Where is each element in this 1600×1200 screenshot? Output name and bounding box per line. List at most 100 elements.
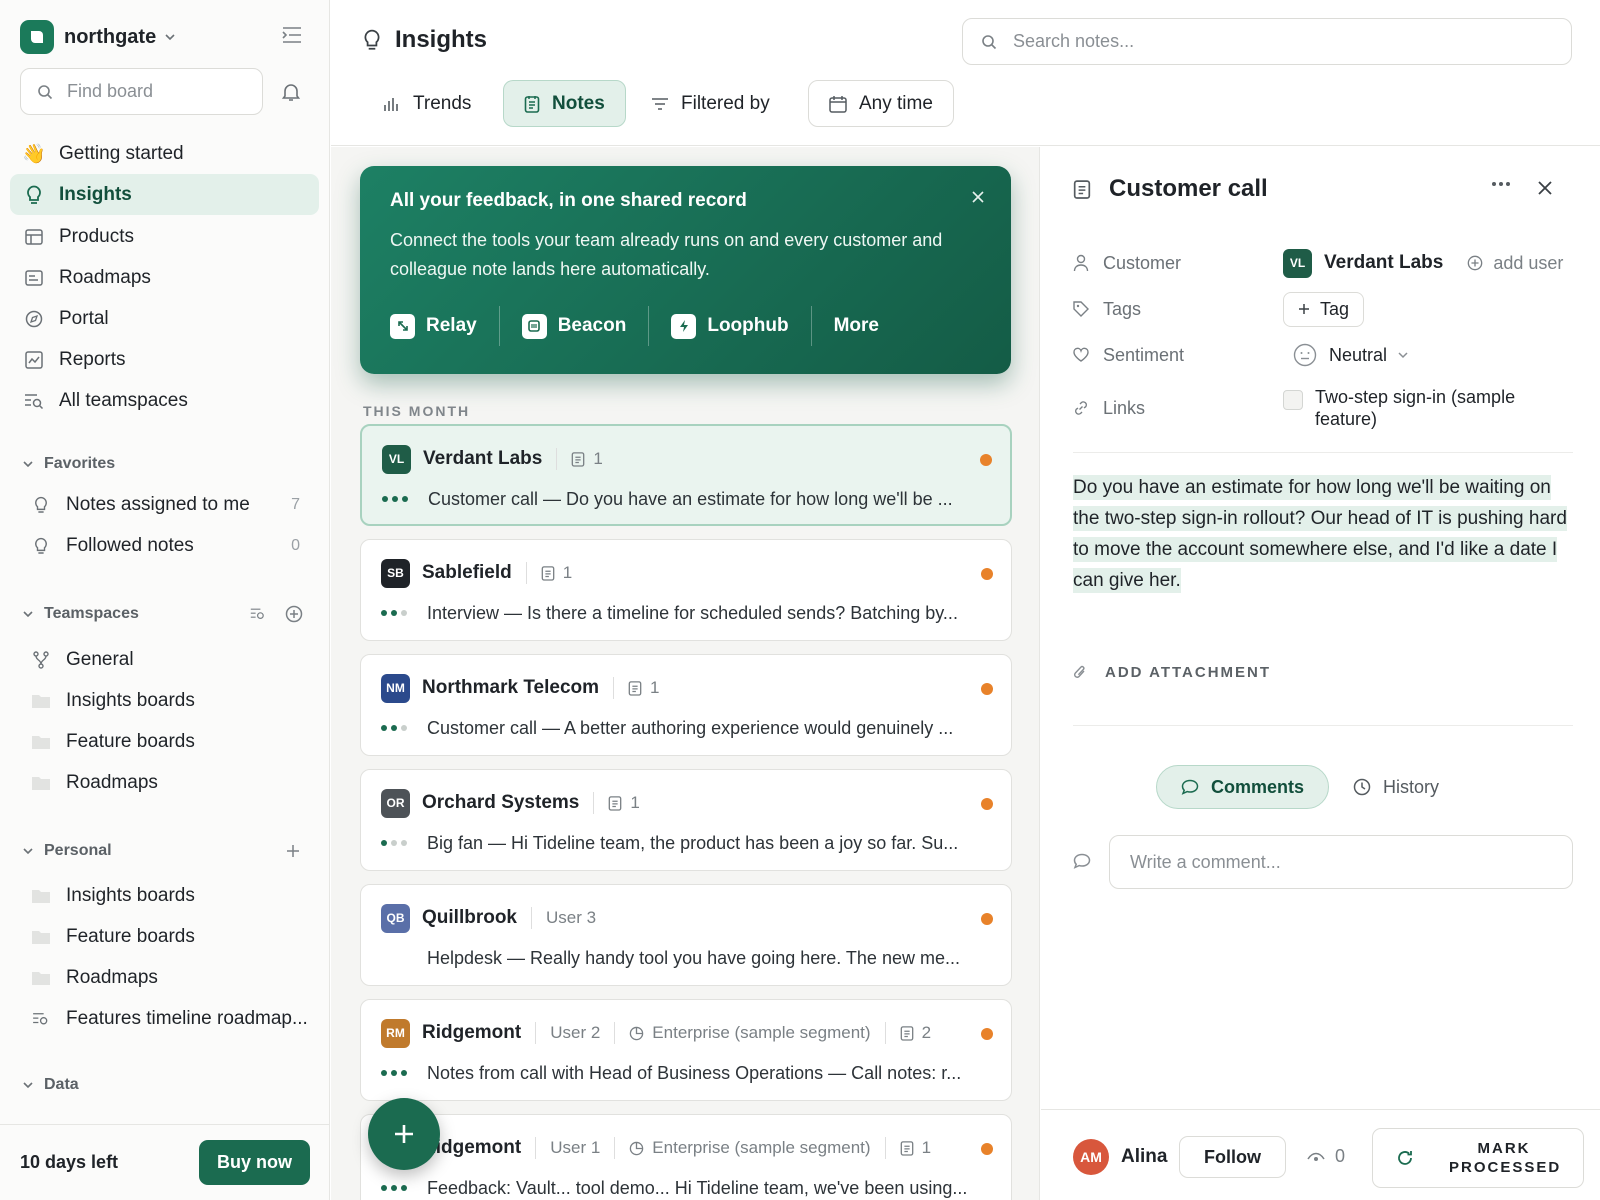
unprocessed-dot <box>981 1143 993 1155</box>
data-section-header[interactable]: Data <box>22 1076 79 1094</box>
note-card[interactable]: OR Orchard Systems 1 Big fan — Hi Tideline … <box>360 769 1012 871</box>
importance-dots <box>381 610 415 616</box>
feature-checkbox[interactable] <box>1283 390 1303 410</box>
report-icon <box>23 350 45 369</box>
tab-notes[interactable]: Notes <box>503 80 626 127</box>
note-card-body: Helpdesk — Really handy tool you have go… <box>381 943 991 973</box>
sidebar-item-all-teamspaces[interactable]: All teamspaces <box>10 380 319 421</box>
filter-button[interactable]: Filtered by <box>631 80 790 127</box>
personal-section-header[interactable]: Personal <box>22 842 304 860</box>
integration-beacon[interactable]: Beacon <box>521 306 650 346</box>
customer-value[interactable]: VL Verdant Labs add user <box>1283 248 1563 278</box>
add-attachment-button[interactable]: ADD ATTACHMENT <box>1073 663 1271 681</box>
sidebar-item-reports[interactable]: Reports <box>10 339 319 380</box>
folder-icon <box>30 929 52 945</box>
bell-icon[interactable] <box>282 82 300 102</box>
add-user-button[interactable]: add user <box>1467 253 1563 274</box>
personal-item-feature-boards[interactable]: Feature boards <box>30 918 300 956</box>
note-card[interactable]: RM Ridgemont User 2 Enterprise (sample segm… <box>360 999 1012 1101</box>
teamspace-item-feature-boards[interactable]: Feature boards <box>30 723 300 761</box>
sentiment-dropdown[interactable]: Neutral <box>1293 343 1409 367</box>
note-icon <box>1073 178 1091 200</box>
customer-avatar: RM <box>381 1018 410 1048</box>
add-tag-button[interactable]: Tag <box>1283 291 1365 327</box>
importance-dots <box>381 1185 415 1191</box>
customer-avatar: QB <box>381 903 410 933</box>
personal-item-insights-boards[interactable]: Insights boards <box>30 877 300 915</box>
more-options-icon[interactable] <box>1491 181 1511 187</box>
teamspace-item-insights-boards[interactable]: Insights boards <box>30 682 300 720</box>
note-card-header: RM Ridgemont User 2 Enterprise (sample segm… <box>381 1018 931 1048</box>
find-board-placeholder: Find board <box>67 81 154 101</box>
note-body[interactable]: Do you have an estimate for how long we'… <box>1073 472 1573 596</box>
sidebar-item-portal[interactable]: Portal <box>10 298 319 339</box>
note-card[interactable]: VL Verdant Labs 1 Customer call — Do you ha… <box>360 424 1012 526</box>
teamspaces-section-header[interactable]: Teamspaces <box>22 605 304 623</box>
beacon-icon <box>521 313 547 339</box>
add-circle-icon[interactable] <box>285 605 303 623</box>
collapse-sidebar-icon[interactable] <box>282 26 302 44</box>
sidebar-item-insights[interactable]: Insights <box>10 174 319 215</box>
customer-avatar: VL <box>382 444 411 474</box>
integration-more[interactable]: More <box>834 306 901 346</box>
linked-feature-name: Two-step sign-in (sample feature) <box>1315 387 1516 429</box>
paperclip-icon <box>1073 663 1087 681</box>
integration-label: Beacon <box>557 315 627 336</box>
find-board-input[interactable]: Find board <box>20 68 263 115</box>
heart-icon <box>1073 347 1089 363</box>
date-range-button[interactable]: Any time <box>808 80 954 127</box>
browse-teamspaces-icon[interactable] <box>250 607 266 621</box>
plus-icon[interactable] <box>285 843 301 859</box>
compass-icon <box>23 310 45 328</box>
importance-dots <box>382 496 416 502</box>
comment-input[interactable]: Write a comment... <box>1109 835 1573 889</box>
teamspace-item-general[interactable]: General <box>30 641 300 679</box>
note-card[interactable]: NM Northmark Telecom 1 Customer call — A be… <box>360 654 1012 756</box>
close-icon[interactable] <box>971 190 985 204</box>
waving-hand-icon: 👋 <box>22 143 46 165</box>
note-snippet: Customer call — A better authoring exper… <box>427 717 954 738</box>
tab-label: Comments <box>1211 776 1305 797</box>
sidebar-item-products[interactable]: Products <box>10 216 319 257</box>
note-card[interactable]: RMRidgemontUser 1Enterprise (sample segm… <box>360 1114 1012 1200</box>
integration-relay[interactable]: Relay <box>390 306 500 346</box>
personal-item-features-timeline[interactable]: Features timeline roadmap... <box>30 1000 320 1038</box>
follow-button[interactable]: Follow <box>1179 1136 1286 1178</box>
folder-icon <box>30 970 52 986</box>
note-card[interactable]: QB Quillbrook User 3 Helpdesk — Really hand… <box>360 884 1012 986</box>
integration-loophub[interactable]: Loophub <box>671 306 812 346</box>
linked-feature[interactable]: Two-step sign-in (sample feature) <box>1283 386 1555 430</box>
customer-avatar: OR <box>381 788 410 818</box>
favorite-item-followed-notes[interactable]: Followed notes 0 <box>30 527 300 565</box>
tab-label: Trends <box>413 92 472 114</box>
tab-comments[interactable]: Comments <box>1156 765 1330 809</box>
search-notes-input[interactable]: Search notes... <box>962 18 1572 65</box>
favorites-section-header[interactable]: Favorites <box>22 455 115 473</box>
sidebar-item-roadmaps[interactable]: Roadmaps <box>10 257 319 298</box>
notes-list: All your feedback, in one shared record … <box>331 147 1040 1200</box>
favorite-item-notes-assigned[interactable]: Notes assigned to me 7 <box>30 486 300 524</box>
mark-processed-button[interactable]: MARK PROCESSED <box>1372 1128 1584 1188</box>
workspace-switcher[interactable]: northgate <box>20 18 176 56</box>
add-note-button[interactable] <box>368 1098 440 1170</box>
note-icon <box>900 1140 914 1156</box>
avatar[interactable]: AM <box>1073 1139 1109 1175</box>
integration-label: More <box>833 315 879 336</box>
personal-item-roadmaps[interactable]: Roadmaps <box>30 959 300 997</box>
sidebar-item-getting-started[interactable]: 👋 Getting started <box>10 133 319 174</box>
assignee-name: Alina <box>1121 1146 1168 1167</box>
note-detail-header: Customer call <box>1073 175 1268 203</box>
tab-trends[interactable]: Trends <box>363 80 491 127</box>
note-card[interactable]: SB Sablefield 1 Interview — Is there a time… <box>360 539 1012 641</box>
watchers[interactable]: 0 <box>1307 1146 1345 1167</box>
date-range-label: Any time <box>859 92 933 114</box>
note-body-text: Do you have an estimate for how long we'… <box>1073 475 1567 593</box>
neutral-face-icon <box>1293 343 1317 367</box>
note-card-header: RMRidgemontUser 1Enterprise (sample segm… <box>381 1133 931 1163</box>
teamspace-item-roadmaps[interactable]: Roadmaps <box>30 764 300 802</box>
buy-now-button[interactable]: Buy now <box>199 1140 310 1185</box>
close-icon[interactable] <box>1536 179 1554 197</box>
note-card-body: Interview — Is there a timeline for sche… <box>381 598 991 628</box>
unprocessed-dot <box>981 683 993 695</box>
tab-history[interactable]: History <box>1329 765 1463 809</box>
